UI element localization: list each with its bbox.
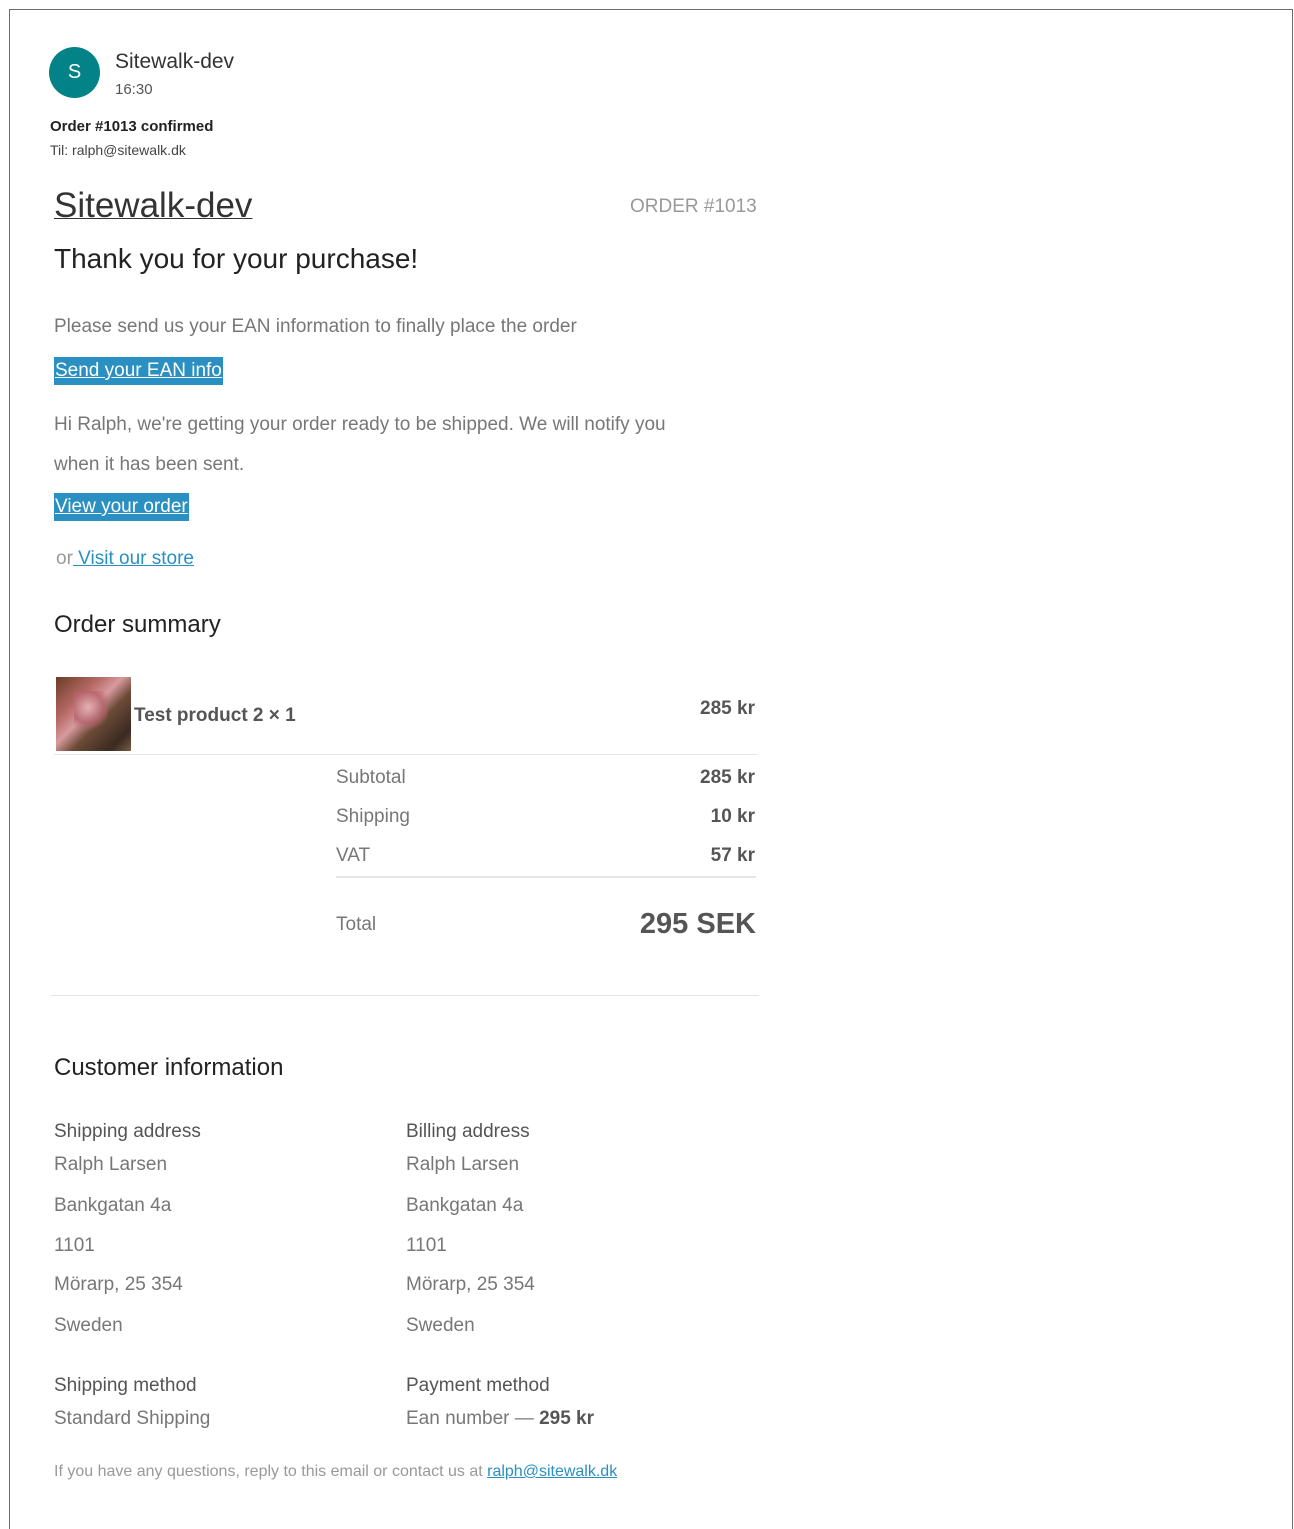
total-value: 295 SEK	[639, 908, 756, 940]
billing-address-line: Bankgatan 4a	[406, 1195, 524, 1216]
vat-label: VAT	[336, 845, 371, 866]
recipient-line: Til: ralph@sitewalk.dk	[50, 142, 186, 158]
order-summary-title: Order summary	[54, 611, 221, 638]
shipping-value: 10 kr	[710, 806, 755, 827]
or-visit-line: or Visit our store	[56, 548, 194, 570]
ready-text-line2: when it has been sent.	[54, 454, 245, 475]
payment-amount: 295 kr	[539, 1408, 595, 1429]
footer-text: If you have any questions, reply to this…	[54, 1463, 617, 1481]
payment-method-title: Payment method	[406, 1375, 550, 1396]
order-number: ORDER #1013	[630, 196, 757, 217]
product-name: Test product 2 × 1	[134, 705, 296, 726]
footer-message: If you have any questions, reply to this…	[54, 1463, 488, 1480]
contact-email-link[interactable]: ralph@sitewalk.dk	[487, 1463, 617, 1480]
to-address: ralph@sitewalk.dk	[72, 142, 186, 158]
payment-method-value: Ean number — 295 kr	[406, 1408, 594, 1430]
shipping-address-line: Bankgatan 4a	[54, 1195, 172, 1216]
ean-request-text: Please send us your EAN information to f…	[54, 316, 577, 337]
divider	[54, 754, 757, 755]
to-label: Til:	[50, 142, 69, 158]
sender-avatar: S	[49, 47, 100, 98]
payment-method-name: Ean number —	[406, 1408, 540, 1429]
shipping-address-line: Mörarp, 25 354	[54, 1274, 183, 1295]
divider	[51, 995, 759, 996]
shipping-address-line: Ralph Larsen	[54, 1154, 168, 1175]
send-ean-info-button[interactable]: Send your EAN info	[54, 357, 223, 385]
shipping-label: Shipping	[336, 806, 410, 827]
shipping-method-value: Standard Shipping	[54, 1408, 211, 1429]
billing-address-line: 1101	[406, 1235, 447, 1256]
thank-you-heading: Thank you for your purchase!	[54, 243, 419, 274]
sender-name: Sitewalk-dev	[115, 50, 235, 73]
billing-address-line: Sweden	[406, 1315, 475, 1336]
shipping-method-title: Shipping method	[54, 1375, 197, 1396]
divider	[336, 876, 756, 878]
shipping-address-line: Sweden	[54, 1315, 123, 1336]
subtotal-label: Subtotal	[336, 767, 406, 788]
email-subject: Order #1013 confirmed	[50, 118, 214, 135]
ready-text-line1: Hi Ralph, we're getting your order ready…	[54, 414, 666, 435]
vat-value: 57 kr	[710, 845, 755, 866]
view-order-button[interactable]: View your order	[54, 493, 189, 521]
product-price: 285 kr	[700, 698, 755, 719]
subtotal-value: 285 kr	[700, 767, 755, 788]
billing-address-line: Ralph Larsen	[406, 1154, 520, 1175]
sent-time: 16:30	[115, 81, 153, 98]
visit-store-link[interactable]: Visit our store	[73, 548, 194, 569]
shipping-address-title: Shipping address	[54, 1121, 201, 1142]
total-label: Total	[336, 914, 377, 935]
billing-address-title: Billing address	[406, 1121, 530, 1142]
or-text: or	[56, 548, 73, 569]
shipping-address-line: 1101	[54, 1235, 95, 1256]
customer-information-title: Customer information	[54, 1054, 284, 1081]
billing-address-line: Mörarp, 25 354	[406, 1274, 535, 1295]
product-thumbnail	[56, 677, 131, 751]
shop-name-link[interactable]: Sitewalk-dev	[54, 186, 252, 226]
